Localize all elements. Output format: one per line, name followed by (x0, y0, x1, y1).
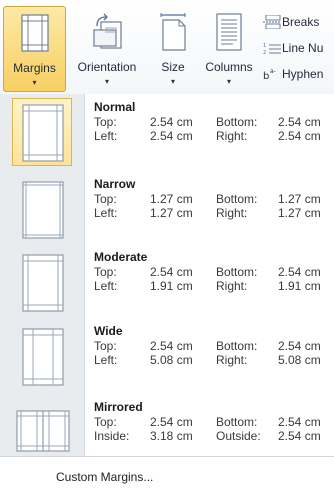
inside-value: 3.18 cm (150, 429, 193, 443)
orientation-label: Orientation (77, 60, 137, 74)
outside-label: Outside: (216, 429, 261, 443)
chevron-down-icon: ▾ (170, 77, 175, 86)
left-value: 2.54 cm (150, 129, 193, 143)
bottom-value: 2.54 cm (278, 339, 321, 353)
top-value: 2.54 cm (150, 115, 193, 129)
custom-margins-menu-item[interactable]: Custom Margins... (56, 470, 153, 484)
margin-option-name: Mirrored (94, 400, 143, 414)
thumbnail-frame (12, 322, 72, 390)
right-label: Right: (216, 206, 248, 220)
chevron-down-icon: ▾ (226, 77, 231, 86)
svg-text:2: 2 (263, 50, 266, 55)
svg-text:a-: a- (270, 68, 276, 75)
inside-label: Inside: (94, 429, 130, 443)
chevron-down-icon: ▾ (104, 77, 109, 86)
bottom-label: Bottom: (216, 415, 258, 429)
top-value: 2.54 cm (150, 415, 193, 429)
bottom-label: Bottom: (216, 115, 258, 129)
columns-label: Columns (205, 60, 253, 74)
hyphenation-label: Hyphen (282, 66, 324, 81)
orientation-button[interactable]: Orientation ▾ (68, 6, 146, 92)
right-value: 2.54 cm (278, 129, 321, 143)
line-numbers-icon: 1 2 (263, 43, 281, 55)
columns-icon (216, 13, 242, 51)
right-value: 5.08 cm (278, 353, 321, 367)
left-label: Left: (94, 279, 118, 293)
left-label: Left: (94, 129, 118, 143)
margin-option-wide[interactable]: Wide Top: 2.54 cm Bottom: 2.54 cm Left: … (8, 320, 334, 393)
orientation-icon (93, 13, 122, 49)
margin-option-name: Narrow (94, 177, 136, 191)
bottom-label: Bottom: (216, 265, 258, 279)
top-label: Top: (94, 415, 117, 429)
bottom-label: Bottom: (216, 339, 258, 353)
margins-icon (20, 14, 49, 52)
top-label: Top: (94, 339, 117, 353)
left-value: 1.91 cm (150, 279, 193, 293)
top-value: 2.54 cm (150, 339, 193, 353)
breaks-label: Breaks (282, 14, 320, 29)
menu-divider (0, 456, 334, 457)
top-label: Top: (94, 265, 117, 279)
top-label: Top: (94, 115, 117, 129)
top-value: 2.54 cm (150, 265, 193, 279)
bottom-value: 2.54 cm (278, 265, 321, 279)
right-label: Right: (216, 279, 248, 293)
bottom-label: Bottom: (216, 192, 258, 206)
breaks-icon (263, 14, 281, 29)
size-label: Size (161, 60, 185, 74)
margin-option-name: Moderate (94, 250, 148, 264)
size-button[interactable]: Size ▾ (150, 6, 196, 92)
columns-button[interactable]: Columns ▾ (200, 6, 258, 92)
hyphenation-button[interactable]: b a- Hyphen (262, 66, 323, 84)
thumbnail-highlight (12, 98, 72, 166)
margins-button[interactable]: Margins ▾ (3, 6, 66, 92)
margins-label: Margins (13, 61, 56, 75)
page-setup-ribbon: Margins ▾ Orientation ▾ Size ▾ Columns ▾… (0, 0, 334, 94)
svg-text:1: 1 (263, 43, 266, 49)
right-value: 1.91 cm (278, 279, 321, 293)
left-label: Left: (94, 206, 118, 220)
narrow-margins-icon (22, 181, 64, 239)
thumbnail-frame (12, 248, 72, 316)
right-value: 1.27 cm (278, 206, 321, 220)
svg-text:b: b (263, 71, 269, 81)
margin-option-name: Normal (94, 100, 136, 114)
left-value: 5.08 cm (150, 353, 193, 367)
top-label: Top: (94, 192, 117, 206)
right-label: Right: (216, 129, 248, 143)
normal-margins-icon (22, 104, 64, 162)
wide-margins-icon (22, 328, 64, 386)
margin-option-name: Wide (94, 324, 123, 338)
bottom-value: 2.54 cm (278, 115, 321, 129)
right-label: Right: (216, 353, 248, 367)
moderate-margins-icon (22, 254, 64, 312)
line-numbers-label: Line Nu (282, 40, 324, 55)
margin-option-narrow[interactable]: Narrow Top: 1.27 cm Bottom: 1.27 cm Left… (8, 173, 334, 246)
margin-option-mirrored[interactable]: Mirrored Top: 2.54 cm Bottom: 2.54 cm In… (8, 396, 334, 469)
thumbnail-frame (12, 175, 72, 243)
page-size-icon (160, 13, 186, 51)
hyphenation-icon: b a- (263, 68, 276, 81)
bottom-value: 1.27 cm (278, 192, 321, 206)
top-value: 1.27 cm (150, 192, 193, 206)
margin-option-normal[interactable]: Normal Top: 2.54 cm Bottom: 2.54 cm Left… (8, 96, 334, 169)
margin-option-moderate[interactable]: Moderate Top: 2.54 cm Bottom: 2.54 cm Le… (8, 246, 334, 319)
bottom-value: 2.54 cm (278, 415, 321, 429)
line-numbers-button[interactable]: 1 2 Line Nu (262, 40, 323, 58)
chevron-down-icon: ▾ (32, 78, 37, 87)
left-value: 1.27 cm (150, 206, 193, 220)
left-label: Left: (94, 353, 118, 367)
breaks-button[interactable]: Breaks (262, 14, 319, 32)
outside-value: 2.54 cm (278, 429, 321, 443)
